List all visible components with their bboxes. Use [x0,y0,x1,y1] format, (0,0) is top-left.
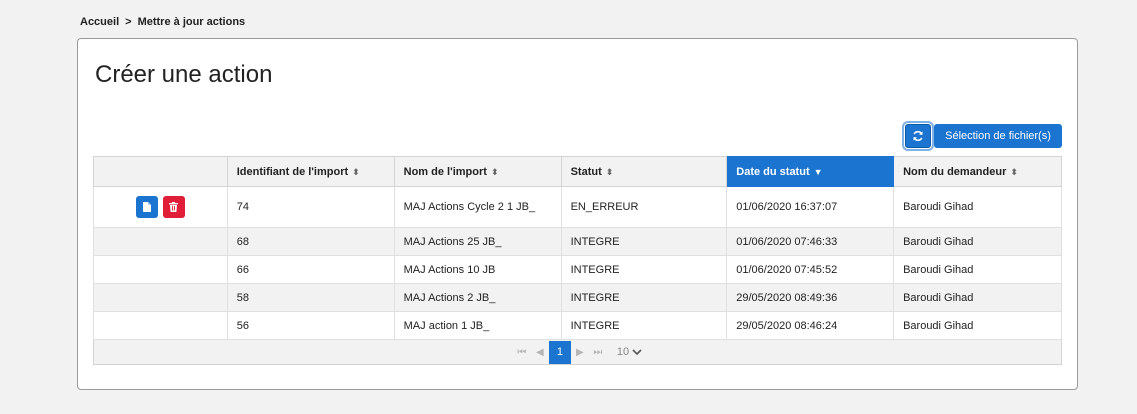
cell-id: 58 [226,283,395,312]
cell-name: MAJ Actions Cycle 2 1 JB_ [393,186,562,228]
row-actions-cell [93,311,228,340]
refresh-icon [913,130,923,142]
refresh-button[interactable] [902,121,934,151]
cell-status: INTEGRE [560,311,728,340]
trash-icon [169,202,179,212]
cell-status: INTEGRE [560,255,728,284]
breadcrumb: Accueil > Mettre à jour actions [80,16,245,28]
delete-button[interactable] [162,196,185,218]
last-page-icon[interactable]: ⏭ [589,342,607,362]
page-size-value: 10 [616,346,630,358]
chevron-down-icon [632,348,642,355]
col-name-label: Nom de l'import [403,165,487,178]
page-number-current[interactable]: 1 [548,340,571,364]
cell-status-date: 29/05/2020 08:46:24 [726,311,895,340]
pagination-row: ⏮ ◀ 1 ▶ ⏭ 10 [93,339,1062,365]
cell-name: MAJ action 1 JB_ [393,311,562,340]
prev-page-icon[interactable]: ◀ [531,342,549,362]
col-id-header[interactable]: Identifiant de l'import ⬍ [226,156,395,187]
breadcrumb-separator-icon: > [125,16,132,28]
cell-status-date: 01/06/2020 07:46:33 [726,227,895,256]
col-actions-header [93,156,228,187]
first-page-icon[interactable]: ⏮ [513,342,531,362]
view-file-button[interactable] [135,196,158,218]
cell-name: MAJ Actions 25 JB_ [393,227,562,256]
cell-id: 56 [226,311,395,340]
row-actions-cell [93,283,228,312]
sort-icon: ⬍ [605,166,614,177]
breadcrumb-home[interactable]: Accueil [80,16,119,28]
cell-requester: Baroudi Gihad [893,227,1062,256]
sort-desc-icon: ▼ [813,166,823,177]
row-actions-cell [93,186,228,228]
cell-status-date: 29/05/2020 08:49:36 [726,283,895,312]
cell-requester: Baroudi Gihad [893,283,1062,312]
sort-icon: ⬍ [490,166,499,177]
col-requester-label: Nom du demandeur [903,165,1007,178]
next-page-icon[interactable]: ▶ [571,342,589,362]
table-row[interactable]: 74 MAJ Actions Cycle 2 1 JB_ EN_ERREUR 0… [93,186,1062,228]
col-status-label: Statut [570,165,602,178]
table-row[interactable]: 58 MAJ Actions 2 JB_ INTEGRE 29/05/2020 … [93,283,1062,312]
col-requester-header[interactable]: Nom du demandeur ⬍ [893,156,1062,187]
cell-requester: Baroudi Gihad [893,186,1062,228]
cell-name: MAJ Actions 10 JB [393,255,562,284]
cell-status-date: 01/06/2020 07:45:52 [726,255,895,284]
cell-status: EN_ERREUR [560,186,728,228]
breadcrumb-current: Mettre à jour actions [137,16,246,28]
col-id-label: Identifiant de l'import [236,165,349,178]
cell-id: 66 [226,255,395,284]
sort-icon: ⬍ [1010,166,1018,177]
file-icon [142,202,151,212]
cell-id: 74 [226,186,395,228]
cell-status: INTEGRE [560,283,728,312]
select-files-button[interactable]: Sélection de fichier(s) [934,124,1062,148]
cell-requester: Baroudi Gihad [893,311,1062,340]
row-actions-cell [93,255,228,284]
cell-requester: Baroudi Gihad [893,255,1062,284]
page-size-select[interactable]: 10 [617,342,642,362]
col-status-date-header[interactable]: Date du statut ▼ [726,156,895,187]
table-row[interactable]: 66 MAJ Actions 10 JB INTEGRE 01/06/2020 … [93,255,1062,284]
col-status-header[interactable]: Statut ⬍ [560,156,728,187]
pagination: ⏮ ◀ 1 ▶ ⏭ 10 [103,340,1052,364]
col-name-header[interactable]: Nom de l'import ⬍ [393,156,562,187]
main-card: Créer une action Sélection de fichier(s)… [77,38,1078,390]
cell-status-date: 01/06/2020 16:37:07 [726,186,895,228]
page-title: Créer une action [95,61,273,88]
pagination-cell: ⏮ ◀ 1 ▶ ⏭ 10 [93,339,1062,365]
table-row[interactable]: 68 MAJ Actions 25 JB_ INTEGRE 01/06/2020… [93,227,1062,256]
col-status-date-label: Date du statut [736,165,810,178]
table-row[interactable]: 56 MAJ action 1 JB_ INTEGRE 29/05/2020 0… [93,311,1062,340]
sort-icon: ⬍ [352,166,360,177]
cell-status: INTEGRE [560,227,728,256]
cell-id: 68 [226,227,395,256]
cell-name: MAJ Actions 2 JB_ [393,283,562,312]
row-actions-cell [93,227,228,256]
imports-table: Identifiant de l'import ⬍ Nom de l'import… [93,156,1062,365]
table-header-row: Identifiant de l'import ⬍ Nom de l'import… [93,156,1062,187]
